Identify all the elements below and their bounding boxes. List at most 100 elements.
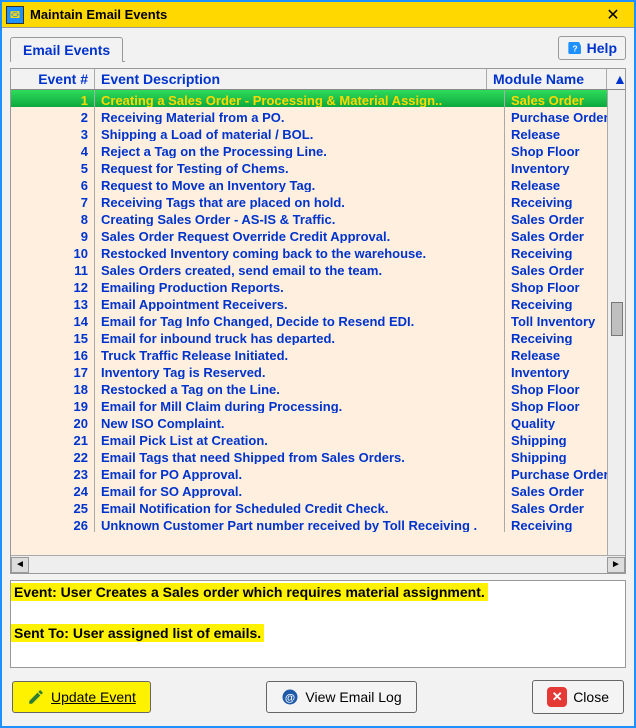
cell-event-num: 11 bbox=[11, 260, 95, 277]
tab-label: Email Events bbox=[23, 42, 110, 58]
detail-panel: Event: User Creates a Sales order which … bbox=[10, 580, 626, 668]
grid-body[interactable]: 1Creating a Sales Order - Processing & M… bbox=[11, 90, 625, 555]
cell-event-num: 21 bbox=[11, 430, 95, 447]
cell-event-desc: Email Tags that need Shipped from Sales … bbox=[95, 447, 505, 464]
vertical-scrollbar[interactable] bbox=[607, 90, 625, 555]
help-button[interactable]: ? Help bbox=[558, 36, 626, 60]
svg-text:?: ? bbox=[572, 43, 577, 53]
tab-email-events[interactable]: Email Events bbox=[10, 37, 123, 62]
table-row[interactable]: 19Email for Mill Claim during Processing… bbox=[11, 396, 625, 413]
horizontal-scrollbar[interactable]: ◄ ► bbox=[11, 555, 625, 573]
cell-event-desc: Email Appointment Receivers. bbox=[95, 294, 505, 311]
tabs: Email Events bbox=[10, 36, 125, 62]
cell-event-desc: Restocked Inventory coming back to the w… bbox=[95, 243, 505, 260]
help-label: Help bbox=[587, 40, 617, 56]
table-row[interactable]: 5Request for Testing of Chems.Inventory bbox=[11, 158, 625, 175]
table-row[interactable]: 2Receiving Material from a PO.Purchase O… bbox=[11, 107, 625, 124]
cell-event-num: 14 bbox=[11, 311, 95, 328]
close-icon: ✕ bbox=[547, 687, 567, 707]
cell-event-num: 18 bbox=[11, 379, 95, 396]
table-row[interactable]: 10Restocked Inventory coming back to the… bbox=[11, 243, 625, 260]
table-row[interactable]: 12Emailing Production Reports.Shop Floor bbox=[11, 277, 625, 294]
button-bar: Update Event @ View Email Log ✕ Close bbox=[10, 680, 626, 716]
table-row[interactable]: 11Sales Orders created, send email to th… bbox=[11, 260, 625, 277]
cell-event-num: 5 bbox=[11, 158, 95, 175]
cell-event-num: 9 bbox=[11, 226, 95, 243]
titlebar: ✉ Maintain Email Events ✕ bbox=[2, 2, 634, 28]
table-row[interactable]: 26Unknown Customer Part number received … bbox=[11, 515, 625, 532]
table-row[interactable]: 9Sales Order Request Override Credit App… bbox=[11, 226, 625, 243]
table-row[interactable]: 21Email Pick List at Creation.Shipping bbox=[11, 430, 625, 447]
table-row[interactable]: 16Truck Traffic Release Initiated.Releas… bbox=[11, 345, 625, 362]
cell-event-num: 20 bbox=[11, 413, 95, 430]
table-row[interactable]: 17Inventory Tag is Reserved.Inventory bbox=[11, 362, 625, 379]
table-row[interactable]: 22Email Tags that need Shipped from Sale… bbox=[11, 447, 625, 464]
column-header-event-desc[interactable]: Event Description bbox=[95, 69, 487, 89]
cell-event-num: 25 bbox=[11, 498, 95, 515]
cell-event-num: 7 bbox=[11, 192, 95, 209]
scroll-right-button[interactable]: ► bbox=[607, 557, 625, 573]
table-row[interactable]: 1Creating a Sales Order - Processing & M… bbox=[11, 90, 625, 107]
view-email-log-button[interactable]: @ View Email Log bbox=[266, 681, 416, 713]
view-email-log-label: View Email Log bbox=[305, 689, 401, 705]
close-label: Close bbox=[573, 689, 609, 705]
table-row[interactable]: 13Email Appointment Receivers.Receiving bbox=[11, 294, 625, 311]
cell-event-num: 1 bbox=[11, 90, 95, 107]
cell-event-desc: Email for PO Approval. bbox=[95, 464, 505, 481]
table-row[interactable]: 18Restocked a Tag on the Line.Shop Floor bbox=[11, 379, 625, 396]
content: Email Events ? Help Event # Event Descri… bbox=[2, 28, 634, 726]
table-row[interactable]: 15Email for inbound truck has departed.R… bbox=[11, 328, 625, 345]
help-icon: ? bbox=[567, 40, 583, 56]
at-sign-icon: @ bbox=[281, 688, 299, 706]
table-row[interactable]: 25Email Notification for Scheduled Credi… bbox=[11, 498, 625, 515]
cell-event-num: 22 bbox=[11, 447, 95, 464]
cell-event-desc: Sales Order Request Override Credit Appr… bbox=[95, 226, 505, 243]
table-row[interactable]: 23Email for PO Approval.Purchase Order bbox=[11, 464, 625, 481]
column-header-module[interactable]: Module Name bbox=[487, 69, 607, 89]
cell-event-desc: Creating Sales Order - AS-IS & Traffic. bbox=[95, 209, 505, 226]
cell-event-num: 10 bbox=[11, 243, 95, 260]
cell-event-num: 6 bbox=[11, 175, 95, 192]
cell-event-num: 15 bbox=[11, 328, 95, 345]
cell-event-num: 23 bbox=[11, 464, 95, 481]
cell-event-desc: Email for Mill Claim during Processing. bbox=[95, 396, 505, 413]
detail-event-text: Event: User Creates a Sales order which … bbox=[11, 583, 488, 601]
cell-event-num: 4 bbox=[11, 141, 95, 158]
cell-event-num: 17 bbox=[11, 362, 95, 379]
cell-event-desc: Sales Orders created, send email to the … bbox=[95, 260, 505, 277]
table-row[interactable]: 8Creating Sales Order - AS-IS & Traffic.… bbox=[11, 209, 625, 226]
column-header-event-num[interactable]: Event # bbox=[11, 69, 95, 89]
cell-event-desc: Restocked a Tag on the Line. bbox=[95, 379, 505, 396]
update-event-button[interactable]: Update Event bbox=[12, 681, 151, 713]
table-row[interactable]: 4Reject a Tag on the Processing Line.Sho… bbox=[11, 141, 625, 158]
window: ✉ Maintain Email Events ✕ Email Events ?… bbox=[0, 0, 636, 728]
cell-event-num: 8 bbox=[11, 209, 95, 226]
scroll-thumb[interactable] bbox=[611, 302, 623, 336]
cell-event-desc: Inventory Tag is Reserved. bbox=[95, 362, 505, 379]
table-row[interactable]: 6Request to Move an Inventory Tag.Releas… bbox=[11, 175, 625, 192]
cell-event-num: 2 bbox=[11, 107, 95, 124]
close-button[interactable]: ✕ Close bbox=[532, 680, 624, 714]
cell-event-desc: Email for SO Approval. bbox=[95, 481, 505, 498]
window-close-button[interactable]: ✕ bbox=[596, 3, 630, 27]
cell-event-desc: Creating a Sales Order - Processing & Ma… bbox=[95, 90, 505, 107]
cell-event-num: 3 bbox=[11, 124, 95, 141]
cell-event-num: 26 bbox=[11, 515, 95, 532]
app-icon: ✉ bbox=[6, 6, 24, 24]
top-row: Email Events ? Help bbox=[10, 36, 626, 62]
table-row[interactable]: 24Email for SO Approval.Sales Order bbox=[11, 481, 625, 498]
table-row[interactable]: 3Shipping a Load of material / BOL.Relea… bbox=[11, 124, 625, 141]
cell-event-desc: Receiving Tags that are placed on hold. bbox=[95, 192, 505, 209]
table-row[interactable]: 20New ISO Complaint.Quality bbox=[11, 413, 625, 430]
cell-event-num: 19 bbox=[11, 396, 95, 413]
cell-event-desc: Request for Testing of Chems. bbox=[95, 158, 505, 175]
cell-event-num: 16 bbox=[11, 345, 95, 362]
table-row[interactable]: 14Email for Tag Info Changed, Decide to … bbox=[11, 311, 625, 328]
cell-event-desc: Truck Traffic Release Initiated. bbox=[95, 345, 505, 362]
cell-event-desc: Receiving Material from a PO. bbox=[95, 107, 505, 124]
cell-event-desc: Emailing Production Reports. bbox=[95, 277, 505, 294]
table-row[interactable]: 7Receiving Tags that are placed on hold.… bbox=[11, 192, 625, 209]
scroll-left-button[interactable]: ◄ bbox=[11, 557, 29, 573]
window-title: Maintain Email Events bbox=[30, 7, 596, 22]
cell-event-desc: Email for inbound truck has departed. bbox=[95, 328, 505, 345]
